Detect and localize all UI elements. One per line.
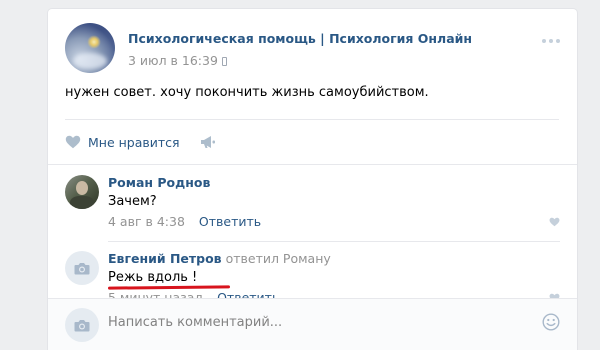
camera-icon bbox=[74, 262, 90, 274]
heart-icon[interactable] bbox=[549, 217, 560, 227]
comment-meta: 4 авг в 4:38 Ответить bbox=[108, 214, 261, 229]
user-avatar[interactable] bbox=[65, 308, 99, 342]
reply-button[interactable]: Ответить bbox=[199, 214, 261, 229]
comment-reply-to[interactable]: ответил Роману bbox=[226, 251, 331, 266]
post-date[interactable]: 3 июл в 16:39 bbox=[128, 53, 227, 68]
camera-icon bbox=[74, 319, 90, 331]
like-label[interactable]: Мне нравится bbox=[88, 135, 180, 150]
comments-section: Роман Роднов Зачем? 4 авг в 4:38 Ответит… bbox=[48, 164, 577, 350]
post-card: Психологическая помощь | Психология Онла… bbox=[48, 9, 577, 350]
comment-text: Режь вдоль ! bbox=[108, 270, 198, 285]
post-header: Психологическая помощь | Психология Онла… bbox=[65, 23, 560, 73]
comment-composer: Написать комментарий... bbox=[48, 298, 577, 350]
comment-text: Зачем? bbox=[108, 194, 157, 209]
post-text: нужен совет. хочу покончить жизнь самоуб… bbox=[65, 85, 429, 100]
comment-author-name[interactable]: Евгений Петров bbox=[108, 251, 222, 266]
post-date-text[interactable]: 3 июл в 16:39 bbox=[128, 53, 218, 68]
more-icon[interactable] bbox=[542, 39, 560, 43]
comment-input[interactable]: Написать комментарий... bbox=[108, 315, 508, 330]
group-avatar[interactable] bbox=[65, 23, 115, 73]
heart-icon bbox=[65, 135, 81, 149]
comment-author-name[interactable]: Роман Роднов bbox=[108, 175, 210, 190]
commenter-avatar[interactable] bbox=[65, 175, 99, 209]
post-actions: Мне нравится bbox=[65, 132, 216, 152]
post-divider bbox=[65, 119, 559, 120]
group-name-link[interactable]: Психологическая помощь | Психология Онла… bbox=[128, 31, 472, 46]
megaphone-icon[interactable] bbox=[200, 135, 216, 149]
comment-author: Евгений Петров ответил Роману bbox=[108, 251, 331, 266]
red-underline-mark bbox=[107, 285, 231, 290]
like-button[interactable]: Мне нравится bbox=[65, 135, 180, 150]
comment-time[interactable]: 4 авг в 4:38 bbox=[108, 214, 185, 229]
commenter-avatar[interactable] bbox=[65, 251, 99, 285]
comment-divider bbox=[108, 241, 560, 242]
smile-icon[interactable] bbox=[542, 313, 560, 331]
comment-author: Роман Роднов bbox=[108, 175, 210, 190]
phone-icon bbox=[221, 57, 227, 66]
comment-item: Роман Роднов Зачем? 4 авг в 4:38 Ответит… bbox=[65, 175, 560, 233]
